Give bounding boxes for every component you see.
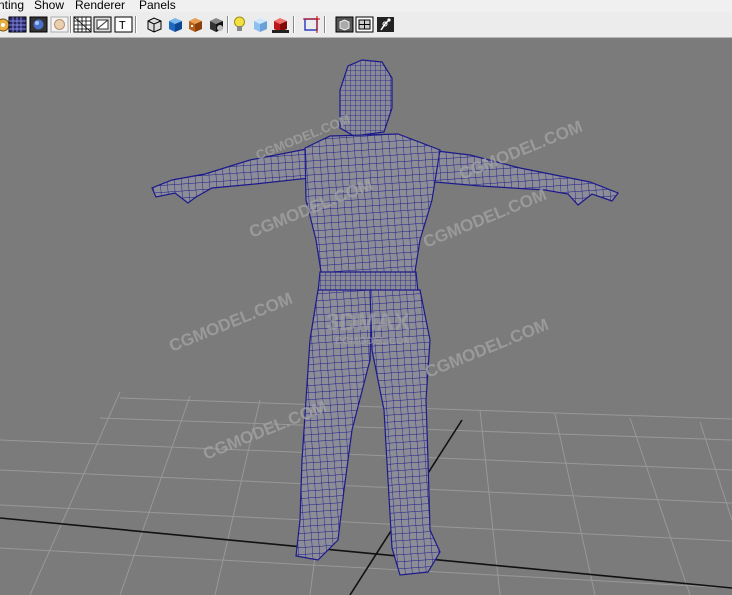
menu-show[interactable]: Show [34,0,64,11]
resolution-gate-icon[interactable]: T [114,15,133,34]
toolbar-separator [135,16,137,33]
watermark: CGMODEL.COM [420,185,549,252]
floor-grid [0,391,732,595]
menu-panels[interactable]: Panels [139,0,176,11]
panel-toolbar: T [0,12,732,38]
use-default-light-icon[interactable] [230,15,249,34]
smooth-shade-icon[interactable] [29,15,48,34]
joint-xray-icon[interactable] [376,15,395,34]
shadows-icon[interactable] [271,15,290,34]
viewport-canvas: CGMODEL.COM CGMODEL.COM CGMODEL.COM CGMO… [0,59,732,595]
isolate-select-icon[interactable] [207,15,226,34]
svg-text:T: T [119,19,126,32]
textured-cube-icon[interactable] [186,15,205,34]
menu-lighting[interactable]: nting [0,0,24,11]
watermark: CGMODEL.COM [422,315,551,382]
frame-selection-icon[interactable] [302,15,321,34]
lighting-icon[interactable] [50,15,69,34]
toolbar-separator [293,16,295,33]
watermark: CGMODEL.COM [166,289,295,356]
grid-toggle-icon[interactable] [73,15,92,34]
perspective-viewport[interactable]: CGMODEL.COM CGMODEL.COM CGMODEL.COM CGMO… [0,38,732,595]
toolbar-separator [324,16,326,33]
xray-icon[interactable] [335,15,354,34]
logo-watermark: 3DMAX [326,309,410,336]
bounding-box-icon[interactable] [145,15,164,34]
world-axis [0,419,732,595]
wireframe-icon[interactable] [8,15,27,34]
wireframe-on-shaded-icon[interactable] [355,15,374,34]
toolbar-separator [227,16,229,33]
ambient-light-icon[interactable] [251,15,270,34]
image-plane-icon[interactable] [93,15,112,34]
menu-renderer[interactable]: Renderer [75,0,125,11]
shaded-cube-icon[interactable] [166,15,185,34]
logo-watermark-sub: CGMODEL.COM [335,336,412,347]
toolbar-separator [70,16,72,33]
menu-bar: nting Show Renderer Panels [0,0,732,12]
